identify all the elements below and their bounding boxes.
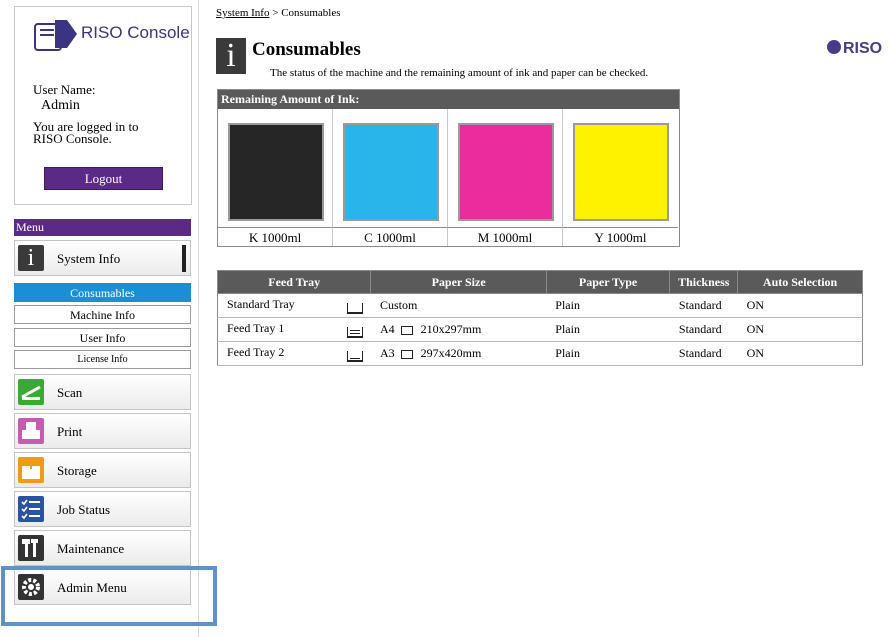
- active-indicator: [182, 245, 186, 272]
- paper-orientation-icon: [400, 325, 413, 335]
- menu-item-label: Storage: [57, 463, 97, 478]
- ink-label-y: Y 1000ml: [563, 227, 678, 246]
- ink-swatch-c: [343, 123, 439, 221]
- col-auto-selection: Auto Selection: [737, 270, 863, 294]
- riso-logo: RISO: [827, 38, 893, 57]
- table-header-row: Feed Tray Paper Size Paper Type Thicknes…: [216, 270, 863, 294]
- login-panel: RISO Console User Name: Admin You are lo…: [14, 6, 192, 205]
- cell-auto-selection: ON: [737, 293, 863, 318]
- cell-paper-size: A3 297x420mm: [370, 341, 547, 366]
- ink-swatch-m: [458, 123, 554, 221]
- col-paper-type: Paper Type: [545, 270, 671, 294]
- ink-cell-m: [448, 109, 563, 227]
- menu-item-admin-menu[interactable]: Admin Menu: [14, 569, 191, 605]
- cell-tray: Feed Tray 1: [216, 317, 371, 342]
- ink-swatch-y: [573, 123, 669, 221]
- menu-item-storage[interactable]: Storage: [14, 452, 191, 488]
- cell-paper-type: Plain: [546, 341, 670, 366]
- ink-cell-k: [218, 109, 333, 227]
- ink-cell-y: [563, 109, 678, 227]
- login-status-line2: RISO Console.: [33, 131, 112, 146]
- cell-thickness: Standard: [669, 317, 738, 342]
- breadcrumb-parent-link[interactable]: System Info: [216, 7, 269, 19]
- logo-text: RISO Console: [81, 23, 190, 42]
- job-status-icon: [18, 496, 44, 522]
- feed-tray-table: Feed Tray Paper Size Paper Type Thicknes…: [216, 270, 863, 366]
- loaded-tray-icon: [346, 351, 363, 362]
- submenu-machine-info[interactable]: Machine Info: [14, 305, 191, 324]
- menu-item-system-info[interactable]: i System Info: [14, 240, 191, 276]
- menu-item-label: Maintenance: [57, 541, 125, 556]
- cell-thickness: Standard: [669, 293, 738, 318]
- submenu-license-info[interactable]: License Info: [14, 350, 191, 369]
- sidebar: RISO Console User Name: Admin You are lo…: [0, 0, 199, 637]
- gear-icon: [18, 574, 44, 600]
- menu-item-scan[interactable]: Scan: [14, 374, 191, 410]
- menu-item-print[interactable]: Print: [14, 413, 191, 449]
- paper-orientation-icon: [400, 349, 413, 359]
- ink-panel-header: Remaining Amount of Ink:: [218, 90, 679, 109]
- logout-button[interactable]: Logout: [44, 167, 163, 190]
- submenu-consumables[interactable]: Consumables: [14, 283, 191, 302]
- riso-console-logo: RISO Console: [33, 17, 193, 53]
- menu-item-label: Job Status: [57, 502, 111, 517]
- maintenance-icon: [18, 535, 44, 561]
- cell-paper-type: Plain: [546, 293, 670, 318]
- ink-label-c: C 1000ml: [333, 227, 448, 246]
- breadcrumb-separator: >: [269, 7, 282, 19]
- info-icon: i: [216, 38, 246, 74]
- page-description: The status of the machine and the remain…: [270, 67, 649, 79]
- cell-paper-size: Custom: [370, 293, 547, 318]
- cell-tray: Standard Tray: [216, 293, 371, 318]
- cell-auto-selection: ON: [737, 317, 863, 342]
- info-icon: i: [18, 245, 44, 271]
- menu-item-job-status[interactable]: Job Status: [14, 491, 191, 527]
- menu-item-label: Scan: [57, 385, 83, 400]
- menu-header: Menu: [14, 219, 191, 236]
- menu-item-label: Print: [57, 424, 83, 439]
- cell-paper-type: Plain: [546, 317, 670, 342]
- cell-tray: Feed Tray 2: [216, 341, 371, 366]
- col-paper-size: Paper Size: [370, 270, 547, 294]
- page-title: Consumables: [252, 39, 361, 60]
- ink-label-m: M 1000ml: [448, 227, 563, 246]
- console-logo-icon: [34, 20, 77, 51]
- empty-tray-icon: [346, 303, 363, 314]
- ink-label-k: K 1000ml: [218, 227, 333, 246]
- user-name-label: User Name:: [33, 82, 96, 97]
- col-feed-tray: Feed Tray: [216, 270, 372, 294]
- cell-thickness: Standard: [669, 341, 738, 366]
- scan-icon: [18, 379, 44, 405]
- table-row: Feed Tray 1 A4 210x297mm Plain Standard O…: [216, 317, 863, 342]
- storage-icon: [18, 457, 44, 483]
- breadcrumb: System Info > Consumables: [216, 7, 340, 19]
- submenu-user-info[interactable]: User Info: [14, 328, 191, 347]
- ink-panel: Remaining Amount of Ink: K 1000ml C 1000…: [217, 89, 680, 247]
- col-thickness: Thickness: [669, 270, 739, 294]
- menu-item-maintenance[interactable]: Maintenance: [14, 530, 191, 566]
- breadcrumb-current: Consumables: [281, 7, 341, 19]
- menu-item-label: System Info: [57, 251, 121, 266]
- menu-item-label: Admin Menu: [57, 580, 127, 595]
- ink-swatch-k: [228, 123, 324, 221]
- cell-paper-size: A4 210x297mm: [370, 317, 547, 342]
- user-name-value: Admin: [41, 98, 80, 113]
- table-row: Feed Tray 2 A3 297x420mm Plain Standard O…: [216, 341, 863, 366]
- print-icon: [18, 418, 44, 444]
- table-row: Standard Tray Custom Plain Standard ON: [216, 293, 863, 318]
- riso-logo-text: RISO: [843, 40, 882, 56]
- cell-auto-selection: ON: [737, 341, 863, 366]
- ink-cell-c: [333, 109, 448, 227]
- loaded-tray-icon: [346, 327, 363, 338]
